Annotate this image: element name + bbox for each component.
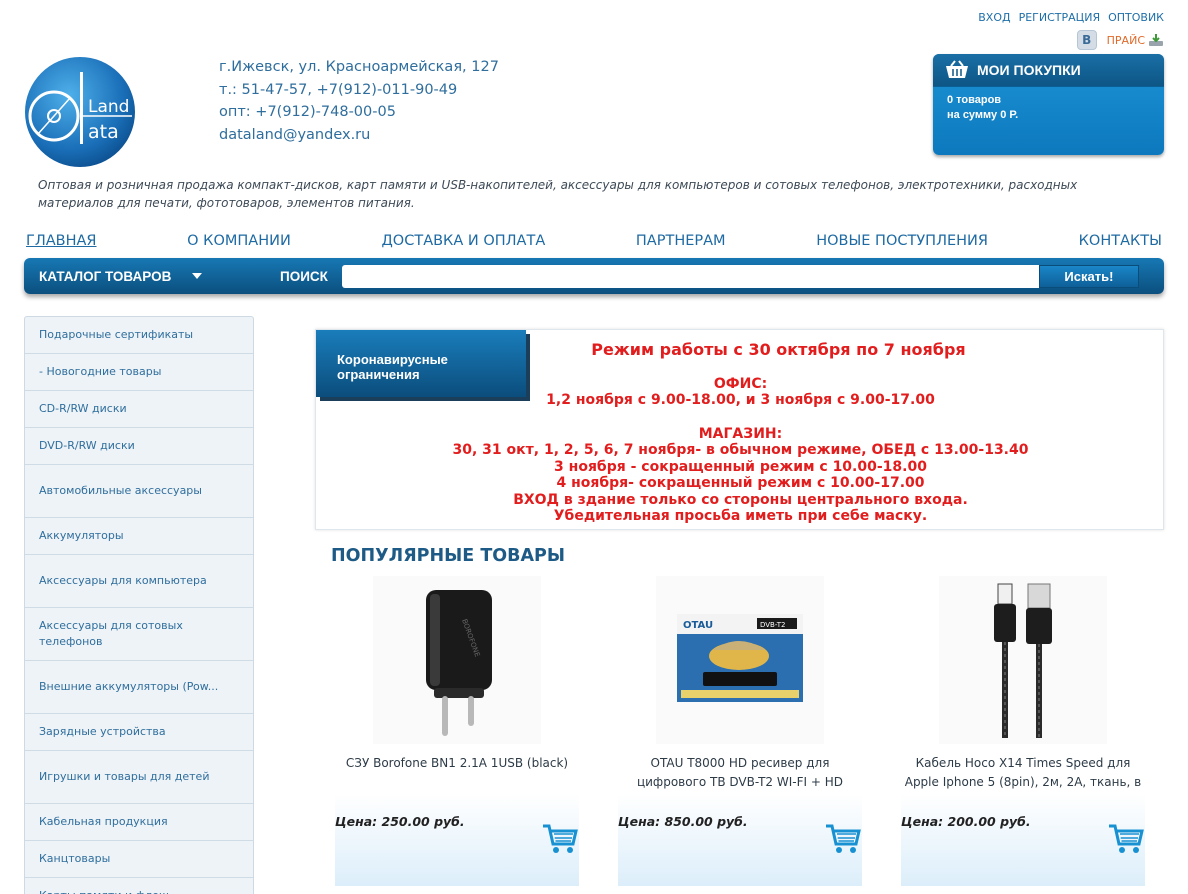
tagline: Оптовая и розничная продажа компакт-диск… bbox=[38, 178, 1078, 210]
sidebar-item-toys[interactable]: Игрушки и товары для детей bbox=[25, 751, 253, 804]
product-footer: Цена: 250.00 руб. bbox=[335, 794, 579, 886]
nav-home[interactable]: ГЛАВНАЯ bbox=[26, 233, 97, 249]
vk-icon[interactable]: В bbox=[1076, 30, 1097, 50]
product-card[interactable]: Кабель Hoco X14 Times Speed для Apple Ip… bbox=[901, 576, 1145, 886]
logo-text-bottom: ata bbox=[88, 121, 119, 143]
sidebar-item-gift-cards[interactable]: Подарочные сертификаты bbox=[25, 317, 253, 354]
product-footer: Цена: 200.00 руб. bbox=[901, 794, 1145, 886]
sidebar-item-memory-cards[interactable]: Карты памяти и флеш... bbox=[25, 878, 253, 894]
sidebar-item-chargers[interactable]: Зарядные устройства bbox=[25, 714, 253, 751]
catalog-label: КАТАЛОГ ТОВАРОВ bbox=[39, 268, 172, 284]
notice-shop-line2: 3 ноября - сокращенный режим с 10.00-18.… bbox=[554, 458, 927, 475]
logo-text-top: Land bbox=[88, 97, 129, 117]
search-label: ПОИСК bbox=[280, 268, 328, 284]
email[interactable]: dataland@yandex.ru bbox=[219, 124, 499, 147]
add-to-cart-icon[interactable] bbox=[824, 822, 862, 856]
cart-item-count: 0 товаров bbox=[947, 94, 1002, 106]
address: г.Ижевск, ул. Красноармейская, 127 bbox=[219, 59, 499, 75]
product-name[interactable]: OTAU T8000 HD ресивер для цифрового ТВ D… bbox=[618, 754, 862, 792]
receiver-image: OTAU DVB-T2 bbox=[677, 614, 803, 702]
sidebar-item-cables[interactable]: Кабельная продукция bbox=[25, 804, 253, 841]
download-icon bbox=[1149, 34, 1163, 46]
cart-widget[interactable]: МОИ ПОКУПКИ 0 товаров на сумму 0 Р. bbox=[933, 54, 1164, 155]
notice-shop-head: МАГАЗИН: bbox=[698, 425, 783, 442]
product-card[interactable]: BOROFONE СЗУ Borofone BN1 2.1A 1USB (bla… bbox=[335, 576, 579, 886]
notice-shop-line1: 30, 31 окт, 1, 2, 5, 6, 7 ноября- в обыч… bbox=[452, 442, 1029, 458]
product-price: Цена: 200.00 руб. bbox=[901, 814, 1031, 829]
product-image-receiver[interactable]: OTAU DVB-T2 bbox=[656, 576, 824, 744]
sidebar-item-cd[interactable]: CD-R/RW диски bbox=[25, 391, 253, 428]
search-input[interactable] bbox=[341, 264, 1039, 288]
nav-partners[interactable]: ПАРТНЕРАМ bbox=[636, 233, 726, 249]
product-name[interactable]: СЗУ Borofone BN1 2.1A 1USB (black) bbox=[335, 754, 579, 792]
catalog-dropdown[interactable]: КАТАЛОГ ТОВАРОВ bbox=[24, 258, 216, 294]
sidebar-item-powerbanks[interactable]: Внешние аккумуляторы (Pow... bbox=[25, 661, 253, 714]
add-to-cart-icon[interactable] bbox=[541, 822, 579, 856]
add-to-cart-icon[interactable] bbox=[1107, 822, 1145, 856]
top-links: ВХОД РЕГИСТРАЦИЯ ОПТОВИК bbox=[978, 11, 1164, 24]
cart-header[interactable]: МОИ ПОКУПКИ bbox=[933, 54, 1164, 87]
contact-block: г.Ижевск, ул. Красноармейская, 127 т.: 5… bbox=[219, 56, 499, 146]
main-nav: ГЛАВНАЯ О КОМПАНИИ ДОСТАВКА И ОПЛАТА ПАР… bbox=[26, 233, 1162, 249]
product-card[interactable]: OTAU DVB-T2 OTAU T8000 HD ресивер для ци… bbox=[618, 576, 862, 886]
wholesale-phone: опт: +7(912)-748-00-05 bbox=[219, 104, 396, 120]
nav-contacts[interactable]: КОНТАКТЫ bbox=[1079, 233, 1162, 249]
search-bar: КАТАЛОГ ТОВАРОВ ПОИСК Искать! bbox=[24, 258, 1164, 294]
cable-image bbox=[994, 583, 1052, 738]
price-label: ПРАЙС bbox=[1106, 33, 1145, 47]
popular-title: ПОПУЛЯРНЫЕ ТОВАРЫ bbox=[331, 546, 565, 566]
category-sidebar: Подарочные сертификаты - Новогодние това… bbox=[24, 316, 254, 894]
wholesale-link[interactable]: ОПТОВИК bbox=[1108, 11, 1164, 24]
product-price: Цена: 250.00 руб. bbox=[335, 814, 465, 829]
sidebar-item-car[interactable]: Автомобильные аксессуары bbox=[25, 465, 253, 518]
sidebar-item-phone-accessories[interactable]: Аксессуары для сотовых телефонов bbox=[25, 608, 253, 661]
cart-title: МОИ ПОКУПКИ bbox=[977, 62, 1081, 78]
notice-tab[interactable]: Коронавирусные ограничения bbox=[316, 330, 526, 397]
sidebar-item-pc-accessories[interactable]: Аксессуары для компьютера bbox=[25, 555, 253, 608]
product-footer: Цена: 850.00 руб. bbox=[618, 794, 862, 886]
svg-text:OTAU: OTAU bbox=[683, 620, 713, 631]
notice-panel: Режим работы с 30 октября по 7 ноября ОФ… bbox=[315, 329, 1164, 530]
cart-summary: 0 товаров на сумму 0 Р. bbox=[933, 87, 1164, 129]
nav-new-arrivals[interactable]: НОВЫЕ ПОСТУПЛЕНИЯ bbox=[816, 233, 988, 249]
price-link[interactable]: ПРАЙС bbox=[1107, 33, 1164, 47]
nav-delivery[interactable]: ДОСТАВКА И ОПЛАТА bbox=[381, 233, 545, 249]
search-button[interactable]: Искать! bbox=[1038, 264, 1139, 288]
sidebar-item-dvd[interactable]: DVD-R/RW диски bbox=[25, 428, 253, 465]
sidebar-item-batteries[interactable]: Аккумуляторы bbox=[25, 518, 253, 555]
sidebar-item-new-year[interactable]: - Новогодние товары bbox=[25, 354, 253, 391]
site-logo[interactable]: Land ata bbox=[24, 56, 136, 168]
basket-icon bbox=[946, 60, 968, 78]
top-links-secondary: В ПРАЙС bbox=[1076, 30, 1164, 50]
login-link[interactable]: ВХОД bbox=[978, 11, 1010, 24]
chevron-down-icon bbox=[192, 273, 202, 279]
notice-shop-line5: Убедительная просьба иметь при себе маск… bbox=[553, 508, 928, 524]
notice-shop-line3: 4 ноября- сокращенный режим с 10.00-17.0… bbox=[556, 475, 925, 491]
sidebar-item-stationery[interactable]: Канцтовары bbox=[25, 841, 253, 878]
cart-total: на сумму 0 Р. bbox=[947, 109, 1019, 121]
product-price: Цена: 850.00 руб. bbox=[618, 814, 748, 829]
svg-text:DVB-T2: DVB-T2 bbox=[760, 621, 785, 629]
nav-about[interactable]: О КОМПАНИИ bbox=[187, 233, 291, 249]
product-image-cable[interactable] bbox=[939, 576, 1107, 744]
charger-image: BOROFONE bbox=[426, 590, 492, 736]
phone: т.: 51-47-57, +7(912)-011-90-49 bbox=[219, 81, 458, 98]
product-name[interactable]: Кабель Hoco X14 Times Speed для Apple Ip… bbox=[901, 754, 1145, 792]
register-link[interactable]: РЕГИСТРАЦИЯ bbox=[1019, 11, 1101, 24]
product-image-charger[interactable]: BOROFONE bbox=[373, 576, 541, 744]
notice-shop-line4: ВХОД в здание только со стороны централь… bbox=[513, 491, 968, 508]
